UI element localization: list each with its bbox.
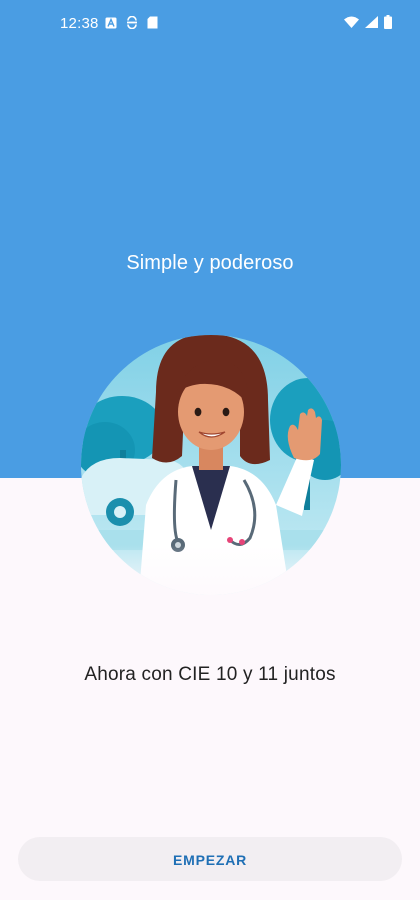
- battery-icon: [384, 15, 392, 29]
- sync-icon: [127, 16, 137, 29]
- onboarding-headline: Simple y poderoso: [126, 252, 294, 274]
- status-icons-left: [105, 16, 158, 29]
- onboarding-subtitle: Ahora con CIE 10 y 11 juntos: [84, 664, 336, 685]
- signal-icon: [365, 16, 378, 28]
- status-bar: 12:38: [0, 0, 420, 46]
- doctor-illustration: [81, 335, 341, 595]
- sd-card-icon: [147, 16, 158, 29]
- status-time: 12:38: [60, 15, 99, 32]
- onboarding-screen: 12:38 Simple y poderoso Ahora con CIE 10…: [0, 0, 420, 900]
- wifi-icon: [344, 16, 359, 28]
- start-button[interactable]: EMPEZAR: [18, 837, 402, 881]
- a-box-icon: [105, 17, 117, 28]
- status-icons-right: [344, 15, 392, 29]
